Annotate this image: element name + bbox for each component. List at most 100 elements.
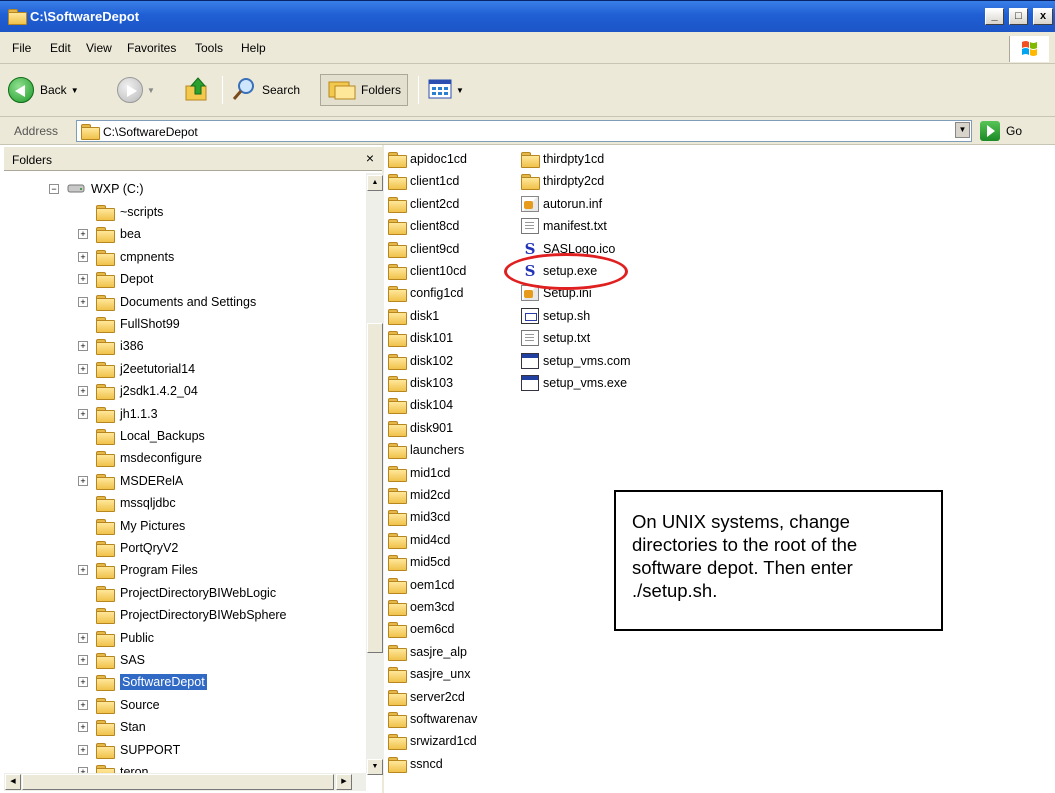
expand-icon[interactable]: + [78,744,88,755]
file-list-item[interactable]: client10cd [388,261,466,281]
file-list-item[interactable]: config1cd [388,283,464,303]
file-list-item[interactable]: client1cd [388,171,459,191]
file-list-item[interactable]: disk104 [388,395,453,415]
file-list-item[interactable]: disk102 [388,351,453,371]
tree-node-folder[interactable]: ProjectDirectoryBIWebSphere [96,605,287,625]
file-list-item[interactable]: client9cd [388,239,459,259]
expand-icon[interactable]: + [78,632,88,643]
tree-node-folder[interactable]: Local_Backups [96,426,205,446]
file-list-item[interactable]: disk901 [388,418,453,438]
folders-vertical-scrollbar[interactable]: ▲ ▼ [366,173,384,775]
menu-favorites[interactable]: Favorites [127,41,176,55]
tree-node-folder[interactable]: + Depot [78,269,153,289]
file-list-item[interactable]: client8cd [388,216,459,236]
file-list-item[interactable]: sasjre_alp [388,642,467,662]
tree-node-folder[interactable]: + Documents and Settings [78,292,256,312]
expand-icon[interactable]: + [78,363,88,374]
file-list-item[interactable]: autorun.inf [521,194,602,214]
tree-node-folder[interactable]: + j2eetutorial14 [78,359,195,379]
tree-node-folder[interactable]: PortQryV2 [96,538,178,558]
tree-node-folder[interactable]: + i386 [78,336,144,356]
expand-icon[interactable]: + [78,655,88,665]
file-list-item[interactable]: oem1cd [388,575,454,595]
menu-file[interactable]: File [12,41,31,55]
tree-node-folder[interactable]: + j2sdk1.4.2_04 [78,381,198,401]
file-list-item[interactable]: setup.sh [521,306,590,326]
file-list-item[interactable]: setup.txt [521,328,590,348]
expand-icon[interactable]: + [78,565,88,576]
tree-node-folder[interactable]: + SoftwareDepot [78,672,207,692]
file-list-item[interactable]: manifest.txt [521,216,607,236]
views-button[interactable]: ▼ [428,74,464,106]
file-list-item[interactable]: sasjre_unx [388,664,470,684]
close-pane-button[interactable]: × [366,150,374,166]
file-list-item[interactable]: thirdpty1cd [521,149,604,169]
expand-icon[interactable]: + [78,386,88,397]
file-list-item[interactable]: disk1 [388,306,439,326]
tree-node-folder[interactable]: ~scripts [96,202,163,222]
file-list-item[interactable]: mid4cd [388,530,450,550]
menu-tools[interactable]: Tools [195,41,223,55]
back-button[interactable]: Back ▼ [8,74,79,106]
tree-node-folder[interactable]: + teron [78,762,149,773]
scroll-left-button[interactable]: ◀ [5,774,21,790]
maximize-button[interactable]: □ [1009,8,1028,25]
tree-node-folder[interactable]: + SAS [78,650,145,670]
tree-node-folder[interactable]: + cmpnents [78,247,174,267]
close-button[interactable]: x [1033,8,1053,25]
expand-icon[interactable]: + [78,677,88,688]
tree-node-folder[interactable]: + SUPPORT [78,740,180,760]
expand-icon[interactable]: + [78,475,88,486]
file-list-item[interactable]: setup_vms.exe [521,373,627,393]
file-list-item[interactable]: launchers [388,440,464,460]
expand-icon[interactable]: + [78,341,88,352]
file-list-item[interactable]: apidoc1cd [388,149,467,169]
file-list-item[interactable]: thirdpty2cd [521,171,604,191]
tree-node-drive[interactable]: − WXP (C:) [49,179,144,199]
collapse-icon[interactable]: − [49,184,59,194]
minimize-button[interactable]: _ [985,8,1004,25]
file-list-item[interactable]: ssncd [388,754,443,774]
tree-node-folder[interactable]: FullShot99 [96,314,180,334]
file-list-item[interactable]: softwarenav [388,709,477,729]
search-button[interactable]: Search [230,74,300,106]
up-folder-button[interactable] [182,74,212,106]
menu-help[interactable]: Help [241,41,266,55]
tree-node-folder[interactable]: ProjectDirectoryBIWebLogic [96,583,276,603]
address-dropdown-button[interactable]: ▼ [955,122,970,138]
file-list-item[interactable]: disk101 [388,328,453,348]
tree-node-folder[interactable]: + Source [78,695,160,715]
go-button[interactable]: Go [980,121,1040,141]
file-list-item[interactable]: oem3cd [388,597,454,617]
file-list-item[interactable]: client2cd [388,194,459,214]
expand-icon[interactable]: + [78,722,88,733]
scroll-right-button[interactable]: ▶ [336,774,352,790]
expand-icon[interactable]: + [78,251,88,262]
folders-horizontal-scrollbar[interactable]: ◀ ▶ [4,773,366,791]
expand-icon[interactable]: + [78,408,88,419]
file-list-item[interactable]: server2cd [388,687,465,707]
scroll-down-button[interactable]: ▼ [367,759,383,775]
file-list-item[interactable]: mid5cd [388,552,450,572]
forward-button[interactable]: ▼ [117,74,155,106]
file-list-item[interactable]: mid1cd [388,463,450,483]
menu-edit[interactable]: Edit [50,41,71,55]
expand-icon[interactable]: + [78,699,88,710]
tree-node-folder[interactable]: + MSDERelA [78,471,183,491]
address-input[interactable]: C:\SoftwareDepot [76,120,972,142]
scroll-thumb[interactable] [367,323,383,653]
tree-node-folder[interactable]: + jh1.1.3 [78,404,158,424]
folders-button[interactable]: Folders [320,74,409,106]
tree-node-folder[interactable]: + Stan [78,717,146,737]
scroll-thumb[interactable] [22,774,334,790]
tree-node-folder[interactable]: + Program Files [78,560,198,580]
file-list-item[interactable]: mid2cd [388,485,450,505]
file-list-item[interactable]: oem6cd [388,619,454,639]
tree-node-folder[interactable]: + Public [78,628,154,648]
tree-node-folder[interactable]: My Pictures [96,516,185,536]
file-list-item[interactable]: mid3cd [388,507,450,527]
expand-icon[interactable]: + [78,229,88,240]
tree-node-folder[interactable]: mssqljdbc [96,493,176,513]
file-list-item[interactable]: srwizard1cd [388,731,477,751]
expand-icon[interactable]: + [78,274,88,285]
